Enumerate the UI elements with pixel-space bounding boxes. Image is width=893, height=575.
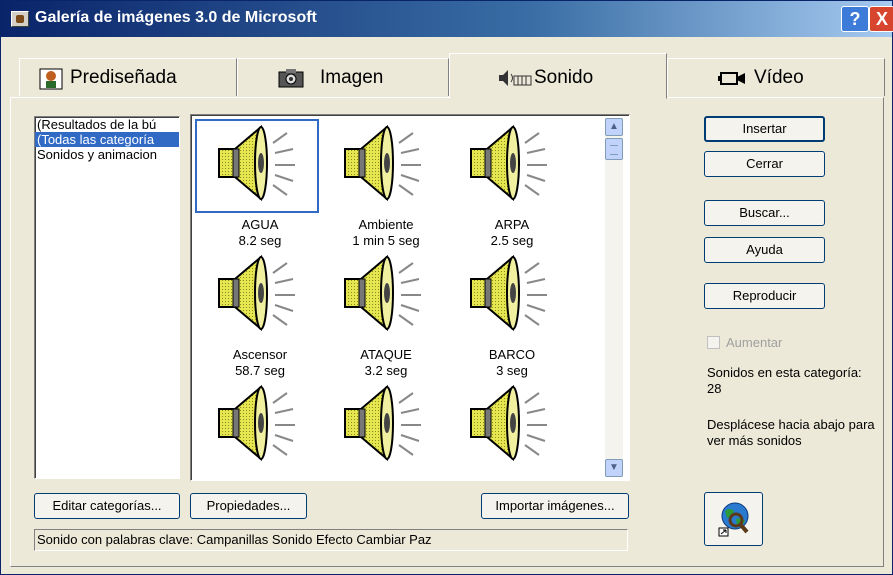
button-label: Buscar... <box>739 205 790 220</box>
sound-name: ATAQUE <box>360 347 412 362</box>
edit-categories-button[interactable]: Editar categorías... <box>34 493 180 519</box>
sound-thumbnail[interactable]: BARCO 3 seg <box>447 249 571 378</box>
tab-video[interactable]: Vídeo <box>667 58 885 96</box>
tab-label: Vídeo <box>754 67 804 88</box>
title-bar[interactable]: Galería de imágenes 3.0 de Microsoft ? X <box>1 1 893 37</box>
button-label: Editar categorías... <box>52 498 162 513</box>
checkbox-box[interactable] <box>707 336 720 349</box>
speaker-icon <box>344 124 421 202</box>
help-button[interactable]: ? <box>841 6 869 32</box>
category-item[interactable]: (Resultados de la bú <box>35 117 179 132</box>
speaker-icon <box>218 254 295 332</box>
tab-sound[interactable]: Sonido <box>449 53 667 99</box>
sound-thumbnail[interactable]: Ambiente 1 min 5 seg <box>321 119 445 248</box>
properties-button[interactable]: Propiedades... <box>190 493 307 519</box>
clips-online-button[interactable] <box>704 492 763 546</box>
scroll-hint-text: Desplácese hacia abajo para ver más soni… <box>707 417 875 448</box>
speaker-icon <box>470 384 547 462</box>
scroll-up-icon[interactable]: ▲ <box>605 118 623 136</box>
sound-duration: 58.7 seg <box>235 363 285 378</box>
speaker-icon <box>344 384 421 462</box>
camera-icon <box>278 68 304 88</box>
sound-count-text: Sonidos en esta categoría: 28 <box>707 365 862 396</box>
gallery-window: Galería de imágenes 3.0 de Microsoft ? X… <box>0 0 893 575</box>
close-button[interactable]: Cerrar <box>704 151 825 177</box>
category-item[interactable]: Sonidos y animacion <box>35 147 179 162</box>
sound-name: AGUA <box>241 217 279 232</box>
button-label: Insertar <box>742 121 787 136</box>
help-dialog-button[interactable]: Ayuda <box>704 237 825 263</box>
insert-button[interactable]: Insertar <box>704 116 825 142</box>
app-icon[interactable] <box>11 11 29 27</box>
speaker-icon <box>470 254 547 332</box>
tab-label: Prediseñada <box>70 67 177 88</box>
play-button[interactable]: Reproducir <box>704 283 825 309</box>
tab-clipart[interactable]: Prediseñada <box>19 58 237 96</box>
sound-duration: 3.2 seg <box>364 363 408 378</box>
window-title: Galería de imágenes 3.0 de Microsoft <box>35 9 317 26</box>
sound-duration: 2.5 seg <box>490 233 534 248</box>
sound-name: Ambiente <box>358 217 414 232</box>
sound-duration: 8.2 seg <box>238 233 282 248</box>
sound-name: Ascensor <box>232 347 288 362</box>
speaker-icon <box>470 124 547 202</box>
scroll-thumb[interactable] <box>605 138 623 160</box>
sound-thumbnail[interactable]: AGUA 8.2 seg <box>195 119 319 248</box>
tab-label: Sonido <box>534 67 594 88</box>
sound-thumbnail[interactable] <box>447 379 571 480</box>
button-label: Ayuda <box>746 242 783 257</box>
sound-gallery[interactable]: AGUA 8.2 seg Ambiente 1 min 5 seg ARPA 2… <box>190 114 630 481</box>
button-label: Cerrar <box>746 156 783 171</box>
scroll-down-icon[interactable]: ▼ <box>605 459 623 477</box>
speaker-icon <box>218 124 295 202</box>
category-item[interactable]: (Todas las categoría <box>35 132 179 147</box>
speaker-icon <box>344 254 421 332</box>
clipart-icon <box>39 68 63 90</box>
category-list[interactable]: (Resultados de la bú (Todas las categorí… <box>34 116 180 479</box>
status-bar: Sonido con palabras clave: Campanillas S… <box>34 529 628 551</box>
checkbox-label: Aumentar <box>726 335 783 350</box>
search-button[interactable]: Buscar... <box>704 200 825 226</box>
sound-thumbnail[interactable]: ATAQUE 3.2 seg <box>321 249 445 378</box>
sound-duration: 1 min 5 seg <box>352 233 420 248</box>
button-label: Reproducir <box>732 288 797 303</box>
button-label: Propiedades... <box>206 498 291 513</box>
sound-name: BARCO <box>488 347 536 362</box>
sound-thumbnail[interactable] <box>195 379 319 480</box>
vertical-scrollbar[interactable]: ▲ ▼ <box>605 118 623 477</box>
sound-thumbnail[interactable]: ARPA 2.5 seg <box>447 119 571 248</box>
tab-label: Imagen <box>320 67 384 88</box>
tab-image[interactable]: Imagen <box>237 58 449 96</box>
sound-thumbnail[interactable] <box>321 379 445 480</box>
sound-thumbnail[interactable]: Ascensor 58.7 seg <box>195 249 319 378</box>
sound-name: ARPA <box>494 217 530 232</box>
speaker-icon <box>218 384 295 462</box>
close-icon[interactable]: X <box>869 6 893 32</box>
globe-search-icon <box>718 501 752 540</box>
sound-duration: 3 seg <box>496 363 528 378</box>
video-camera-icon <box>718 68 748 88</box>
sound-icon <box>498 68 532 88</box>
enlarge-checkbox[interactable]: Aumentar <box>707 335 782 350</box>
import-images-button[interactable]: Importar imágenes... <box>481 493 629 519</box>
button-label: Importar imágenes... <box>495 498 615 513</box>
